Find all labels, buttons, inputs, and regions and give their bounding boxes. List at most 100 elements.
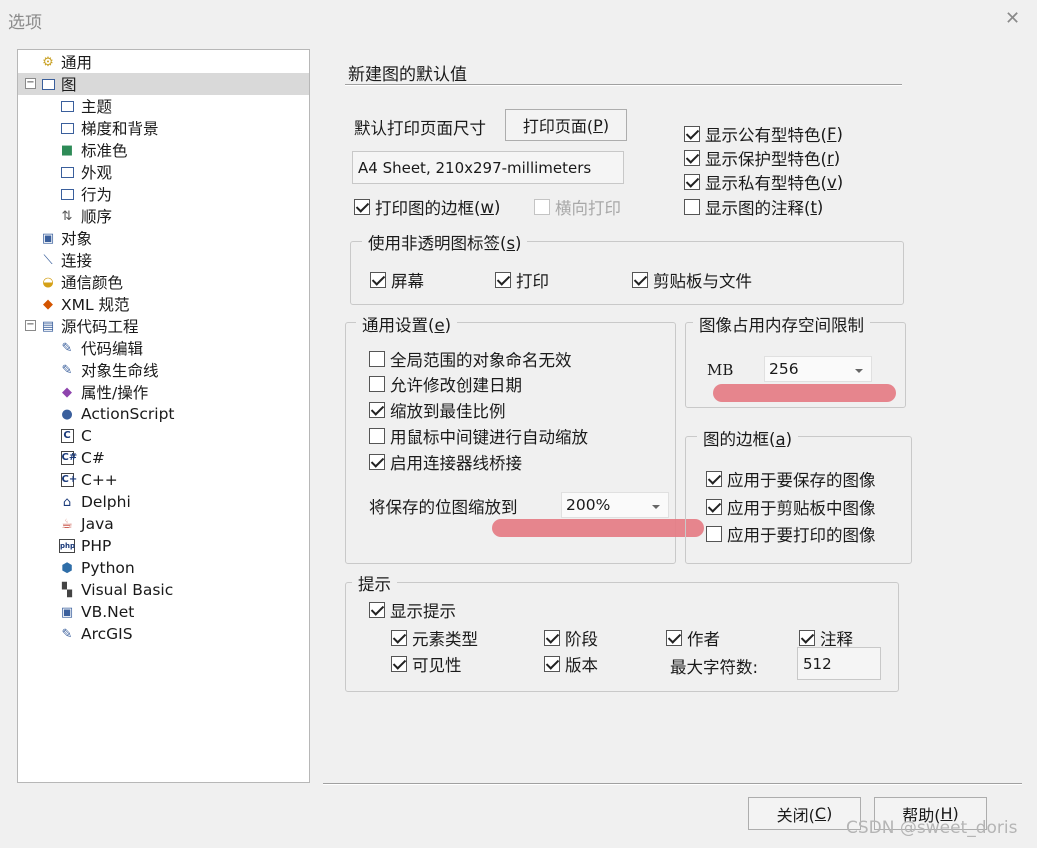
tree-item[interactable]: C+ C++	[18, 469, 309, 491]
tree-item[interactable]: CC	[18, 425, 309, 447]
tree-item-label: XML 规范	[61, 296, 130, 314]
border-clipboard-image-checkbox[interactable]: 应用于剪贴板中图像	[706, 495, 876, 519]
border-saved-image-checkbox[interactable]: 应用于要保存的图像	[706, 467, 876, 491]
opaque-labels-title-key: s	[506, 234, 516, 253]
tree-item-label: Python	[81, 559, 135, 577]
global-naming-checkbox[interactable]: 全局范围的对象命名无效	[369, 347, 572, 371]
opaque-screen-checkbox[interactable]: 屏幕	[370, 268, 424, 292]
tree-item[interactable]: ◆ 属性/操作	[18, 381, 309, 403]
memory-limit-title: 图像占用内存空间限制	[693, 312, 870, 336]
xml-icon: ◆	[40, 296, 56, 312]
show-private-features-checkbox[interactable]: 显示私有型特色(v)	[684, 170, 843, 194]
border-printed-image-checkbox[interactable]: 应用于要打印的图像	[706, 522, 876, 546]
tree-item[interactable]: ▣ 对象	[18, 227, 309, 249]
tree-item[interactable]: ✎ 代码编辑	[18, 337, 309, 359]
tree-item[interactable]: ✎ ArcGIS	[18, 623, 309, 645]
icon-glyph: ⚙	[42, 54, 54, 70]
hint-element-type-label: 元素类型	[412, 630, 478, 649]
hint-element-type-checkbox[interactable]: 元素类型	[391, 626, 478, 650]
tree-item[interactable]: ☕ Java	[18, 513, 309, 535]
show-diagram-notes-checkbox[interactable]: 显示图的注释(t)	[684, 195, 823, 219]
collapse-icon[interactable]: −	[25, 78, 36, 89]
icon-glyph: ◆	[62, 384, 72, 400]
tree-item[interactable]: ◒ 通信颜色	[18, 271, 309, 293]
show-public-features-checkbox[interactable]: 显示公有型特色(F)	[684, 122, 843, 146]
icon-glyph: ⟍	[43, 252, 53, 268]
page-shape	[41, 78, 55, 90]
zoom-best-fit-checkbox[interactable]: 缩放到最佳比例	[369, 398, 506, 422]
border-printed-image-label: 应用于要打印的图像	[727, 526, 876, 545]
opaque-print-checkbox[interactable]: 打印	[495, 268, 549, 292]
cpp-icon: C+	[59, 472, 77, 488]
tree-item[interactable]: 外观	[18, 161, 309, 183]
palette-icon: ■	[59, 142, 75, 158]
tree-item[interactable]: ⟍ 连接	[18, 249, 309, 271]
tree-item[interactable]: ⬢ Python	[18, 557, 309, 579]
options-tree[interactable]: ⚙ 通用 − 图主题 梯度和背景 ■ 标准色 外观 行为 ⇅ 顺序 ▣ 对象 ⟍ 连接 ◒ 通信颜色 ◆ XML 规…	[17, 49, 310, 783]
hint-phase-checkbox[interactable]: 阶段	[544, 626, 598, 650]
tree-item[interactable]: ⚙ 通用	[18, 51, 309, 73]
icon-glyph: ⬢	[61, 560, 73, 576]
collapse-icon[interactable]: −	[25, 320, 36, 331]
line-bridging-label: 启用连接器线桥接	[390, 454, 522, 473]
close-button-label: 关闭(	[776, 805, 815, 825]
border-clipboard-image-label: 应用于剪贴板中图像	[727, 499, 876, 518]
memory-limit-select[interactable]: 256	[764, 356, 872, 382]
print-border-checkbox[interactable]: 打印图的边框(w)	[354, 195, 500, 219]
tree-item-label: C#	[81, 449, 105, 467]
max-chars-input[interactable]: 512	[797, 647, 881, 680]
dialog-title: 选项	[8, 13, 42, 33]
show-hints-checkbox[interactable]: 显示提示	[369, 598, 456, 622]
diagram-border-title-text: 图的边框(	[703, 430, 776, 449]
tree-item[interactable]: C# C#	[18, 447, 309, 469]
page-shape	[60, 122, 74, 134]
print-page-button[interactable]: 打印页面(P)	[505, 109, 627, 141]
tree-item[interactable]: ✎ 对象生命线	[18, 359, 309, 381]
opaque-clipboard-checkbox[interactable]: 剪贴板与文件	[632, 268, 752, 292]
tree-item-label: C++	[81, 471, 118, 489]
tree-item[interactable]: ▚ Visual Basic	[18, 579, 309, 601]
tree-item[interactable]: ⌂ Delphi	[18, 491, 309, 513]
edit-created-date-checkbox[interactable]: 允许修改创建日期	[369, 372, 522, 396]
tree-item[interactable]: 主题	[18, 95, 309, 117]
close-button-key: C	[814, 804, 827, 823]
tree-item[interactable]: − 图	[18, 73, 309, 95]
hint-author-checkbox[interactable]: 作者	[666, 626, 720, 650]
icon-glyph: ☕	[61, 516, 73, 532]
icon-glyph: ✎	[61, 626, 73, 642]
tree-item[interactable]: ● ActionScript	[18, 403, 309, 425]
middle-button-zoom-label: 用鼠标中间键进行自动缩放	[390, 428, 588, 447]
close-button[interactable]: 关闭(C)	[748, 797, 861, 830]
hint-version-checkbox[interactable]: 版本	[544, 652, 598, 676]
tree-item[interactable]: − ▤ 源代码工程	[18, 315, 309, 337]
bitmap-scale-select[interactable]: 200%	[561, 492, 669, 518]
show-private-features-label: 显示私有型特色(	[705, 174, 827, 193]
tree-item[interactable]: 梯度和背景	[18, 117, 309, 139]
tree-item[interactable]: ■ 标准色	[18, 139, 309, 161]
icon-glyph: ▣	[41, 230, 55, 246]
annotation-stroke	[713, 384, 896, 402]
color-icon: ◒	[40, 274, 56, 290]
tree-item[interactable]: php PHP	[18, 535, 309, 557]
page-icon	[59, 164, 75, 180]
tree-item-label: 通信颜色	[61, 274, 124, 292]
icon-glyph: ●	[61, 406, 73, 422]
page-shape	[60, 100, 74, 112]
general-settings-title-key: e	[434, 316, 445, 335]
tree-item-label: Delphi	[81, 493, 131, 511]
attribute-icon: ◆	[59, 384, 75, 400]
tree-item[interactable]: ◆ XML 规范	[18, 293, 309, 315]
line-bridging-checkbox[interactable]: 启用连接器线桥接	[369, 450, 522, 474]
landscape-print-checkbox[interactable]: 横向打印	[534, 195, 621, 219]
hint-author-box	[666, 630, 682, 646]
tree-item[interactable]: 行为	[18, 183, 309, 205]
print-page-button-close: )	[602, 115, 610, 135]
tree-item-label: 主题	[81, 98, 113, 116]
middle-button-zoom-checkbox[interactable]: 用鼠标中间键进行自动缩放	[369, 424, 588, 448]
tree-item[interactable]: ▣ VB.Net	[18, 601, 309, 623]
opaque-screen-box	[370, 272, 386, 288]
close-icon[interactable]: ✕	[1005, 8, 1020, 29]
hint-visibility-checkbox[interactable]: 可见性	[391, 652, 462, 676]
show-protected-features-checkbox[interactable]: 显示保护型特色(r)	[684, 146, 840, 170]
tree-item[interactable]: ⇅ 顺序	[18, 205, 309, 227]
